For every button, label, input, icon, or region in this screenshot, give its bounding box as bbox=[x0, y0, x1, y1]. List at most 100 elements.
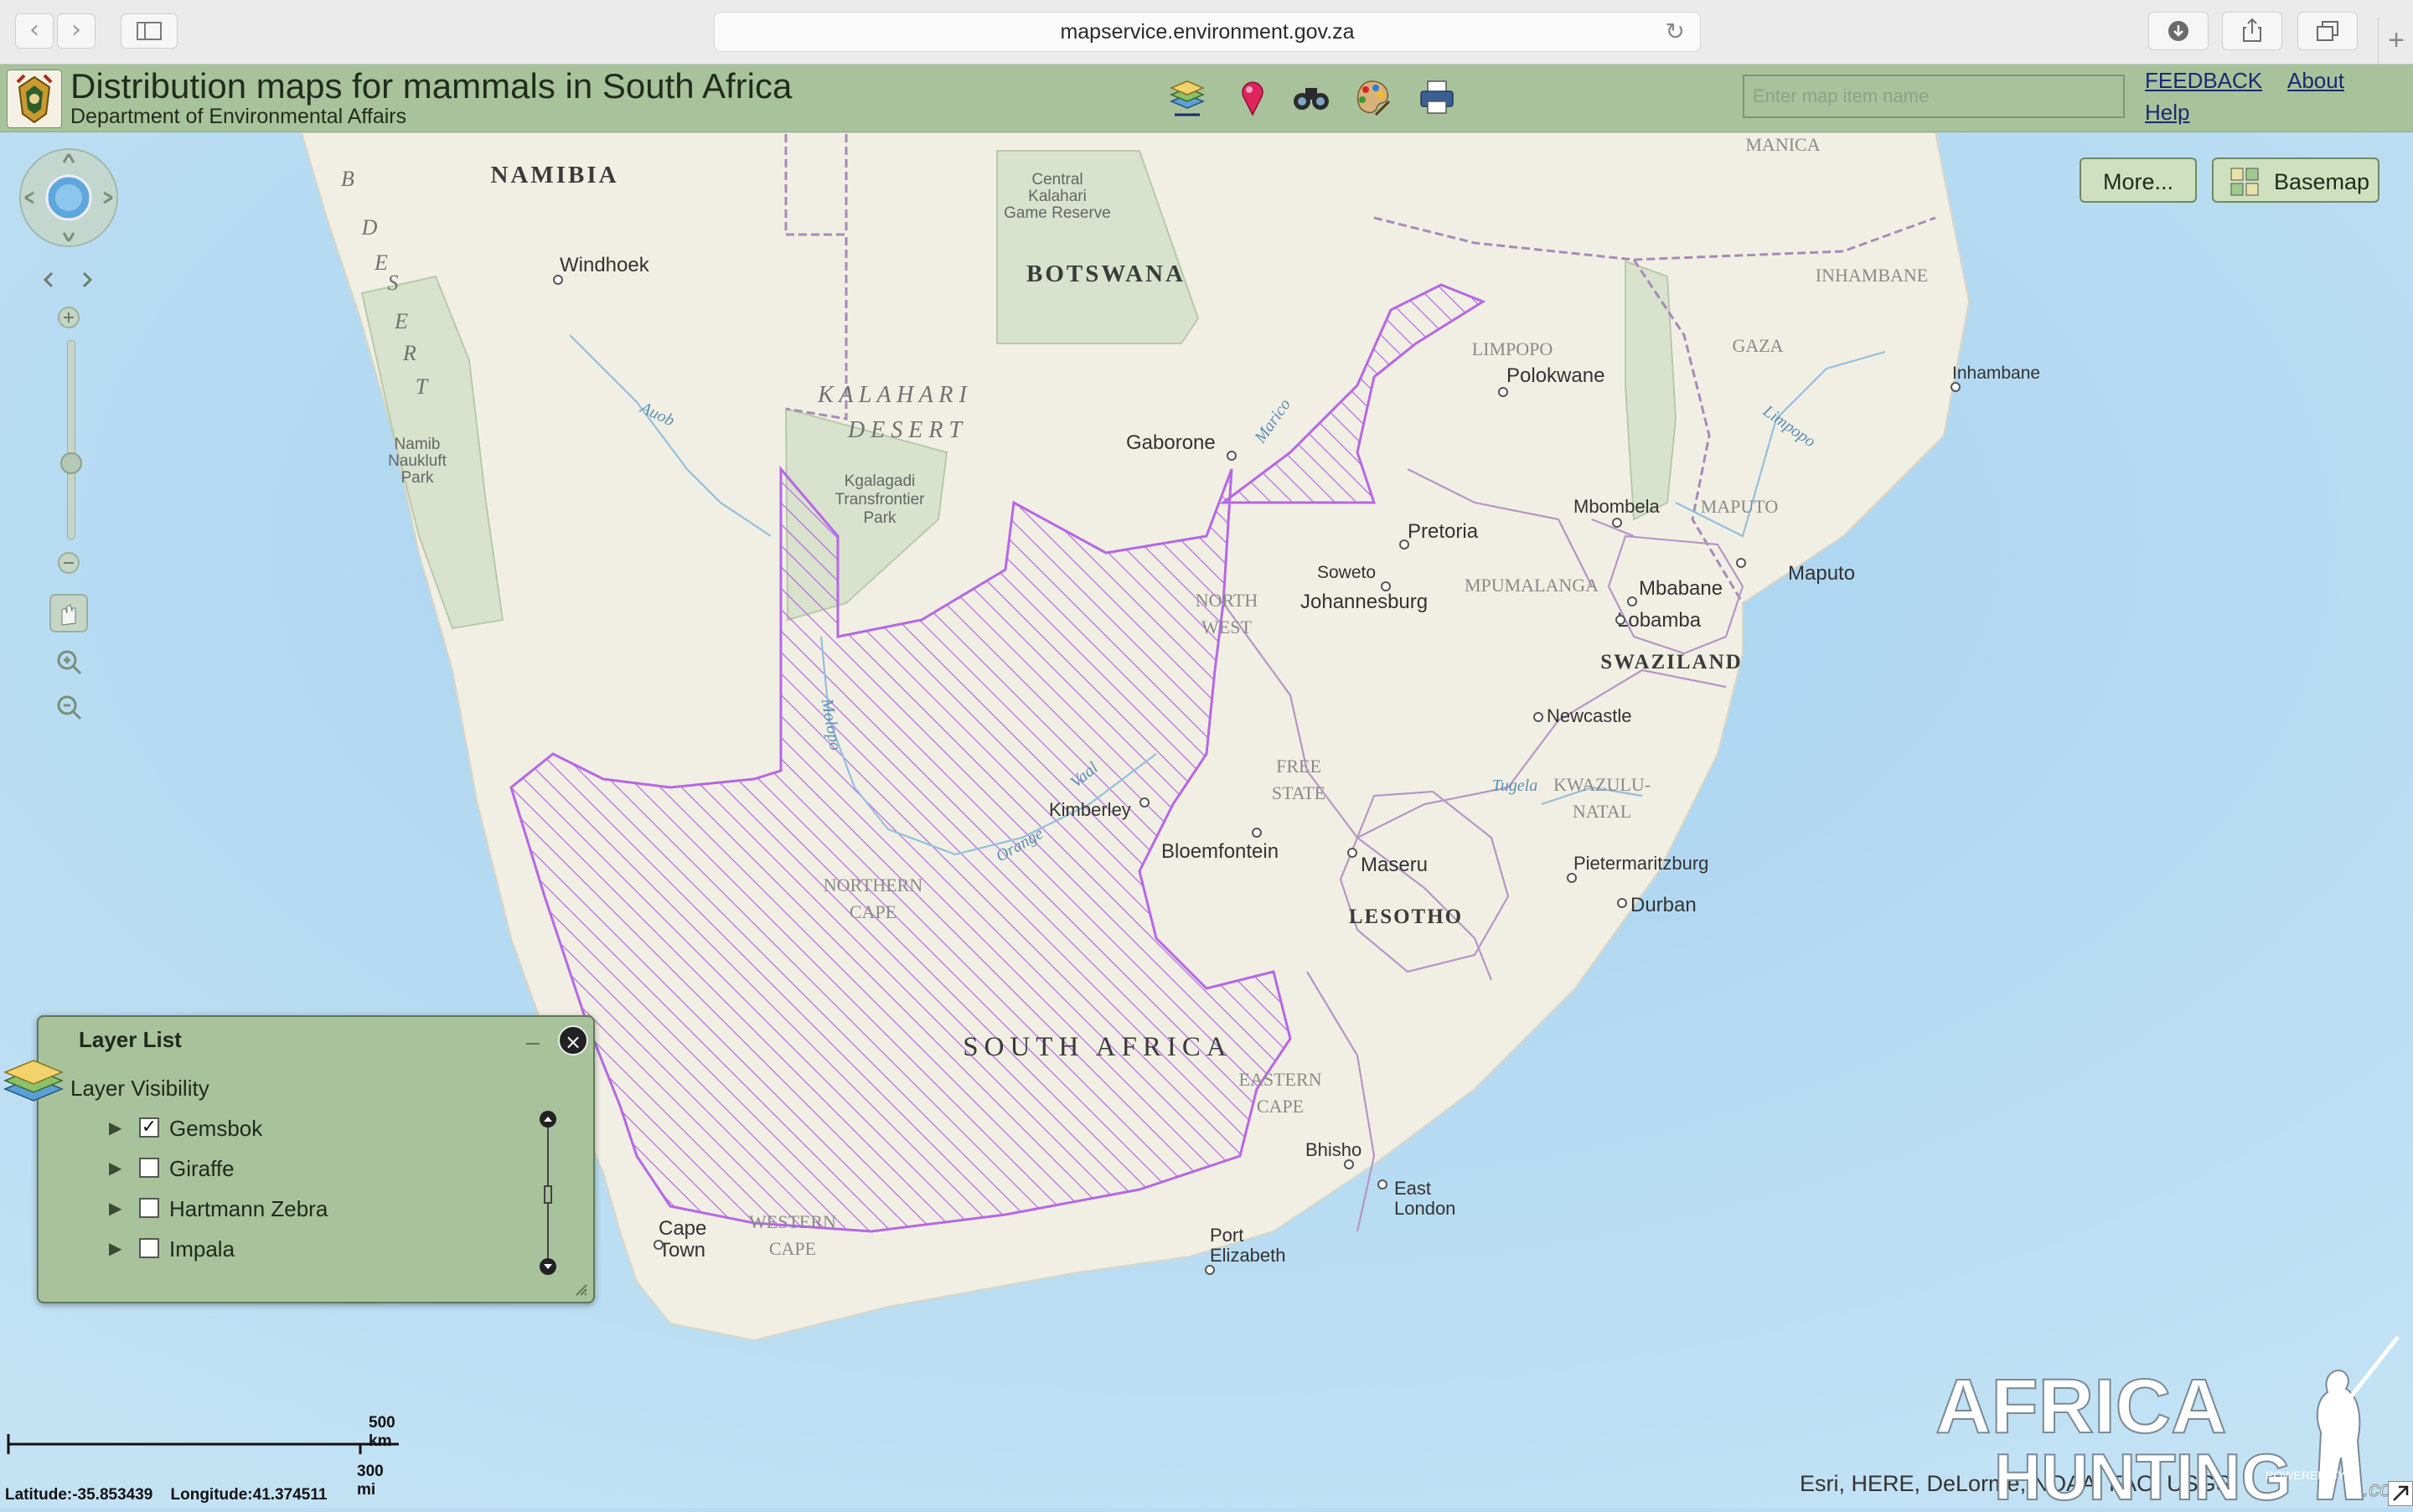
about-link[interactable]: About bbox=[2287, 68, 2344, 94]
layer-checkbox[interactable] bbox=[139, 1238, 159, 1258]
binoculars-icon bbox=[1294, 88, 1329, 110]
label-kgalagadi: Kgalagadi bbox=[845, 472, 916, 490]
resize-handle[interactable] bbox=[573, 1282, 588, 1297]
new-tab-button[interactable]: + bbox=[2378, 17, 2413, 64]
address-bar[interactable]: mapservice.environment.gov.za ↻ bbox=[714, 12, 1701, 52]
minimize-button[interactable]: _ bbox=[526, 1020, 540, 1047]
style-tool-button[interactable] bbox=[1351, 76, 1393, 118]
layer-checkbox[interactable] bbox=[139, 1158, 159, 1178]
pan-globe-button[interactable] bbox=[18, 147, 119, 248]
label-maseru: Maseru bbox=[1361, 854, 1428, 876]
label-soweto: Soweto bbox=[1317, 563, 1376, 582]
share-button[interactable] bbox=[2222, 12, 2282, 50]
zoom-slider-thumb[interactable] bbox=[60, 452, 82, 474]
watermark-powered: POWERED BY bbox=[2266, 1468, 2346, 1482]
layer-item-impala: ▶ Impala bbox=[109, 1235, 528, 1268]
longitude-label: Longitude: bbox=[170, 1486, 253, 1504]
layer-list-scrollbar[interactable] bbox=[538, 1109, 558, 1277]
previous-extent-button[interactable] bbox=[39, 261, 64, 288]
layers-icon bbox=[2, 1052, 65, 1107]
label-namib: Namib bbox=[395, 436, 441, 453]
more-button[interactable]: More... bbox=[2080, 157, 2197, 203]
label-desert-b: B bbox=[341, 167, 356, 191]
scale-bar: 500 km 300 mi bbox=[5, 1414, 402, 1499]
label-natal: NATAL bbox=[1573, 801, 1631, 822]
label-north: NORTH bbox=[1196, 590, 1258, 611]
palette-icon bbox=[1356, 80, 1391, 116]
label-kwazulu: KWAZULU- bbox=[1553, 774, 1651, 795]
layer-label[interactable]: Impala bbox=[169, 1236, 235, 1262]
label-south-africa: SOUTH AFRICA bbox=[963, 1032, 1232, 1062]
label-desert-s: S bbox=[388, 271, 400, 295]
layer-checkbox[interactable] bbox=[139, 1198, 159, 1218]
label-kgalagadi-park: Park bbox=[863, 509, 896, 527]
expand-arrow-icon[interactable]: ▶ bbox=[109, 1198, 121, 1218]
zoom-in-tool-button[interactable] bbox=[52, 647, 85, 680]
zoom-out-tool-button[interactable] bbox=[52, 692, 85, 725]
next-extent-button[interactable] bbox=[72, 261, 97, 288]
label-pretoria: Pretoria bbox=[1408, 520, 1479, 543]
layer-label[interactable]: Giraffe bbox=[169, 1156, 235, 1182]
reload-icon[interactable]: ↻ bbox=[1666, 13, 1685, 51]
layer-item-giraffe: ▶ Giraffe bbox=[109, 1154, 528, 1188]
label-limpopo-prov: LIMPOPO bbox=[1472, 338, 1553, 359]
label-free: FREE bbox=[1276, 756, 1321, 777]
download-button[interactable] bbox=[2148, 12, 2209, 50]
watermark-line2: HUNTING bbox=[1994, 1440, 2292, 1508]
layer-label[interactable]: Hartmann Zebra bbox=[169, 1196, 328, 1222]
expand-arrow-icon[interactable]: ▶ bbox=[109, 1158, 121, 1178]
close-button[interactable]: × bbox=[558, 1025, 588, 1055]
label-central: Central bbox=[1031, 171, 1082, 188]
cursor-coordinates: Latitude:-35.853439 Longitude:41.374511 bbox=[5, 1486, 327, 1504]
label-northern: NORTHERN bbox=[824, 875, 923, 895]
label-polokwane: Polokwane bbox=[1506, 364, 1604, 387]
label-mbabane: Mbabane bbox=[1639, 577, 1723, 600]
app-title: Distribution maps for mammals in South A… bbox=[70, 66, 793, 106]
label-naukluft: Naukluft bbox=[388, 452, 447, 470]
label-cape-w: CAPE bbox=[769, 1238, 816, 1259]
label-newcastle: Newcastle bbox=[1547, 705, 1631, 726]
zoom-out-button[interactable] bbox=[57, 551, 80, 575]
layer-checkbox[interactable]: ✓ bbox=[139, 1117, 159, 1138]
label-namibia: NAMIBIA bbox=[490, 162, 618, 188]
forward-button[interactable]: › bbox=[57, 13, 96, 49]
layer-label[interactable]: Gemsbok bbox=[169, 1116, 262, 1142]
browser-toolbar: ‹ › mapservice.environment.gov.za ↻ + bbox=[0, 0, 2413, 65]
expand-arrow-icon[interactable]: ▶ bbox=[109, 1117, 121, 1138]
expand-arrow-icon[interactable]: ▶ bbox=[109, 1238, 121, 1258]
layers-tool-button[interactable] bbox=[1166, 76, 1208, 118]
expand-corner-icon[interactable] bbox=[2388, 1481, 2413, 1506]
tabs-button[interactable] bbox=[2297, 12, 2358, 50]
label-west: WEST bbox=[1201, 617, 1252, 637]
latitude-label: Latitude: bbox=[5, 1486, 73, 1504]
print-icon bbox=[1420, 80, 1454, 114]
basemap-button[interactable]: Basemap bbox=[2212, 157, 2379, 203]
print-tool-button[interactable] bbox=[1416, 76, 1458, 118]
layer-list-title: Layer List bbox=[79, 1027, 182, 1052]
help-link[interactable]: Help bbox=[2145, 100, 2189, 126]
chevron-left-icon: ‹ bbox=[29, 15, 39, 44]
url-text: mapservice.environment.gov.za bbox=[1060, 20, 1355, 44]
layers-icon bbox=[1170, 80, 1205, 116]
pan-tool-button[interactable] bbox=[50, 595, 87, 632]
layer-item-gemsbok: ▶ ✓ Gemsbok bbox=[109, 1114, 528, 1148]
binoculars-tool-button[interactable] bbox=[1290, 76, 1332, 118]
label-east: East bbox=[1394, 1178, 1431, 1199]
location-tool-button[interactable] bbox=[1232, 76, 1274, 118]
feedback-link[interactable]: FEEDBACK bbox=[2145, 68, 2262, 94]
share-icon bbox=[2243, 18, 2261, 42]
label-kalahari-reserve: Kalahari bbox=[1028, 188, 1087, 205]
label-cape-n: CAPE bbox=[850, 901, 896, 922]
watermark-line1: AFRICA bbox=[1935, 1364, 2227, 1449]
label-tugela: Tugela bbox=[1492, 777, 1537, 795]
zoom-in-button[interactable] bbox=[57, 307, 80, 330]
zoom-slider[interactable] bbox=[67, 340, 75, 539]
label-lobamba: Lobamba bbox=[1617, 609, 1702, 632]
back-button[interactable]: ‹ bbox=[15, 13, 54, 49]
sidebar-button[interactable] bbox=[121, 13, 178, 49]
map-item-search-input[interactable] bbox=[1743, 75, 2125, 118]
scale-km-label: 500 km bbox=[369, 1414, 395, 1450]
label-elizabeth: Elizabeth bbox=[1210, 1245, 1286, 1266]
label-botswana: BOTSWANA bbox=[1026, 261, 1186, 287]
label-town: Town bbox=[659, 1239, 705, 1262]
